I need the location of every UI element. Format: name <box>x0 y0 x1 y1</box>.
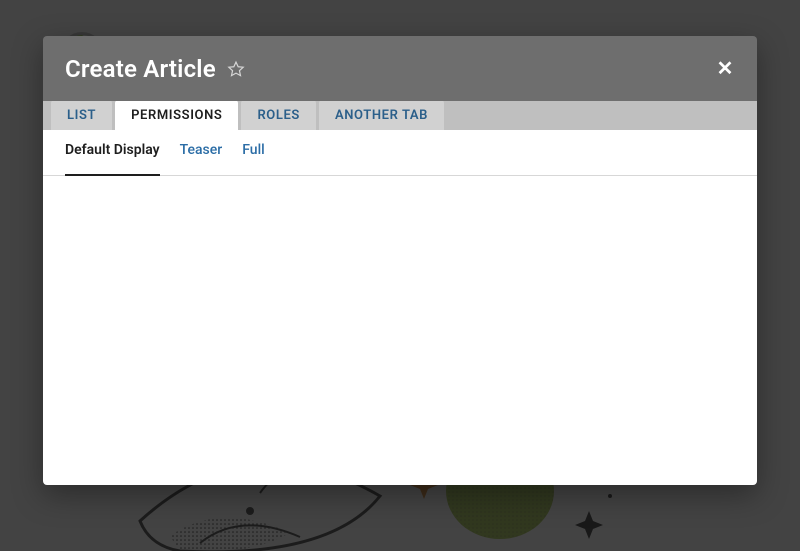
close-icon: ✕ <box>717 56 734 81</box>
tab-label: LIST <box>67 108 96 123</box>
subtab-teaser[interactable]: Teaser <box>180 142 223 166</box>
tabs-bar: LIST PERMISSIONS ROLES ANOTHER TAB <box>43 101 757 131</box>
subtab-default-display[interactable]: Default Display <box>65 142 160 176</box>
tab-permissions[interactable]: PERMISSIONS <box>115 100 238 130</box>
modal-header: Create Article ✕ <box>43 36 757 101</box>
subtab-full[interactable]: Full <box>242 142 264 166</box>
tab-another[interactable]: ANOTHER TAB <box>319 100 444 130</box>
tab-label: ROLES <box>257 108 300 123</box>
tab-label: PERMISSIONS <box>131 108 222 123</box>
tab-label: ANOTHER TAB <box>335 108 428 123</box>
modal-title: Create Article <box>65 55 216 83</box>
subtabs: Default Display Teaser Full <box>43 131 757 176</box>
star-icon[interactable] <box>226 59 246 79</box>
close-button[interactable]: ✕ <box>711 55 739 83</box>
modal-body <box>43 176 757 485</box>
modal-dialog: Create Article ✕ LIST PERMISSIONS ROLES … <box>43 36 757 485</box>
tab-roles[interactable]: ROLES <box>241 100 316 130</box>
tab-list[interactable]: LIST <box>51 100 112 130</box>
